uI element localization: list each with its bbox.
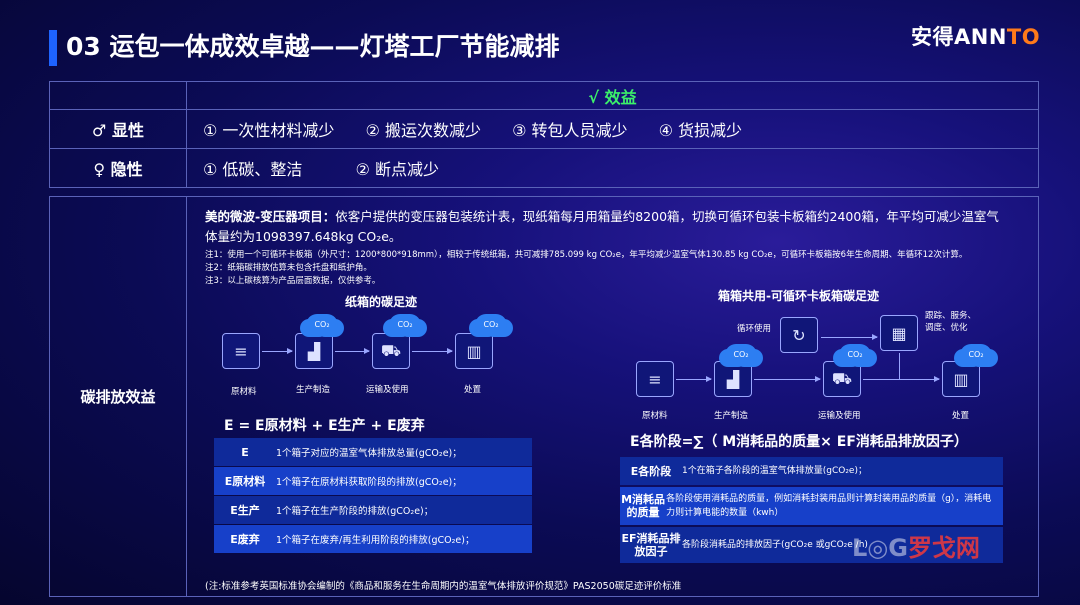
stage-label: 原材料 <box>231 387 257 397</box>
truck-icon: ⛟ <box>372 333 410 369</box>
table-row: M消耗品的质量 各阶段使用消耗品的质量，例如消耗封装用品则计算封装用品的质量（g）… <box>620 487 1003 525</box>
trash-icon: ▥ <box>455 333 493 369</box>
project-description: 美的微波-变压器项目：依客户提供的变压器包装统计表，现纸箱每月用箱量约8200箱… <box>205 209 999 244</box>
carbon-label: 碳排放效益 <box>50 197 187 596</box>
stage-label: 原材料 <box>642 411 668 421</box>
table-row: E 1个箱子对应的温室气体排放总量(gCO₂e)； <box>214 438 532 466</box>
list-item: ② 断点减少 <box>355 160 439 179</box>
table-row: E生产 1个箱子在生产阶段的排放(gCO₂e)； <box>214 496 532 524</box>
carton-footprint-title: 纸箱的碳足迹 <box>345 295 418 309</box>
list-item: ① 一次性材料减少 <box>203 121 335 140</box>
table-row: E原材料 1个箱子在原材料获取阶段的排放(gCO₂e)； <box>214 467 532 495</box>
recycle-icon: ↻ <box>780 317 818 353</box>
stage-label: 生产制造 <box>296 385 331 395</box>
watermark: L◎G罗戈网 <box>852 534 980 562</box>
implicit-label: ♀ 隐性 <box>49 148 187 188</box>
carton-variable-table: E 1个箱子对应的温室气体排放总量(gCO₂e)； E原材料 1个箱子在原材料获取阶… <box>214 438 532 554</box>
note-3: 注3：以上碳核算为产品层面数据，仅供参考。 <box>205 276 381 286</box>
stage-label: 运输及使用 <box>818 411 861 421</box>
co2-cloud: CO₂ <box>960 344 992 366</box>
warehouse-icon: ▦ <box>880 315 918 351</box>
stage-label: 循环使用 <box>737 324 772 334</box>
stage-label: 跟踪、服务、 <box>925 311 977 321</box>
standard-footnote: (注:标准参考英国标准协会编制的《商品和服务在生命周期内的温室气体排放评价规范》… <box>205 581 682 592</box>
list-item: ④ 货损减少 <box>658 121 743 140</box>
brand-logo: 安得ANNTO <box>911 25 1041 49</box>
factory-icon: ▟ <box>714 361 752 397</box>
crate-formula: E各阶段=∑（ M消耗品的质量× EF消耗品排放因子） <box>630 434 968 450</box>
list-item: ③ 转包人员减少 <box>512 121 628 140</box>
benefit-header: √ 效益 <box>186 81 1039 110</box>
crate-footprint-title: 箱箱共用-可循环卡板箱碳足迹 <box>718 289 879 303</box>
explicit-label: ♂ 显性 <box>49 109 187 149</box>
pipes-icon: ≡ <box>636 361 674 397</box>
table-row: E各阶段 1个在箱子各阶段的温室气体排放量(gCO₂e)； <box>620 457 1003 485</box>
co2-cloud: CO₂ <box>839 344 871 366</box>
co2-cloud: CO₂ <box>475 314 507 336</box>
explicit-items: ① 一次性材料减少 ② 搬运次数减少 ③ 转包人员减少 ④ 货损减少 <box>186 109 1039 149</box>
stage-label: 调度、优化 <box>925 323 968 333</box>
table-row: E废弃 1个箱子在废弃/再生利用阶段的排放(gCO₂e)； <box>214 525 532 553</box>
stage-label: 运输及使用 <box>366 385 409 395</box>
trash-icon: ▥ <box>942 361 980 397</box>
benefit-table: √ 效益 ♂ 显性 ① 一次性材料减少 ② 搬运次数减少 ③ 转包人员减少 ④ … <box>49 81 1039 188</box>
title-accent-bar <box>49 30 57 66</box>
note-1: 注1：使用一个可循环卡板箱（外尺寸：1200*800*918mm），相较于传统纸… <box>205 250 968 260</box>
co2-cloud: CO₂ <box>725 344 757 366</box>
pipes-icon: ≡ <box>222 333 260 369</box>
truck-icon: ⛟ <box>823 361 861 397</box>
list-item: ① 低碳、整洁 <box>203 160 303 179</box>
stage-label: 处置 <box>952 411 970 421</box>
stage-label: 生产制造 <box>714 411 749 421</box>
co2-cloud: CO₂ <box>389 314 421 336</box>
co2-cloud: CO₂ <box>306 314 338 336</box>
page-title: 03 运包一体成效卓越——灯塔工厂节能减排 <box>66 32 560 61</box>
implicit-items: ① 低碳、整洁 ② 断点减少 <box>186 148 1039 188</box>
carton-formula: E = E原材料 + E生产 + E废弃 <box>224 418 425 434</box>
stage-label: 处置 <box>464 385 482 395</box>
list-item: ② 搬运次数减少 <box>365 121 481 140</box>
factory-icon: ▟ <box>295 333 333 369</box>
note-2: 注2：纸箱碳排放估算未包含托盘和纸护角。 <box>205 263 372 273</box>
